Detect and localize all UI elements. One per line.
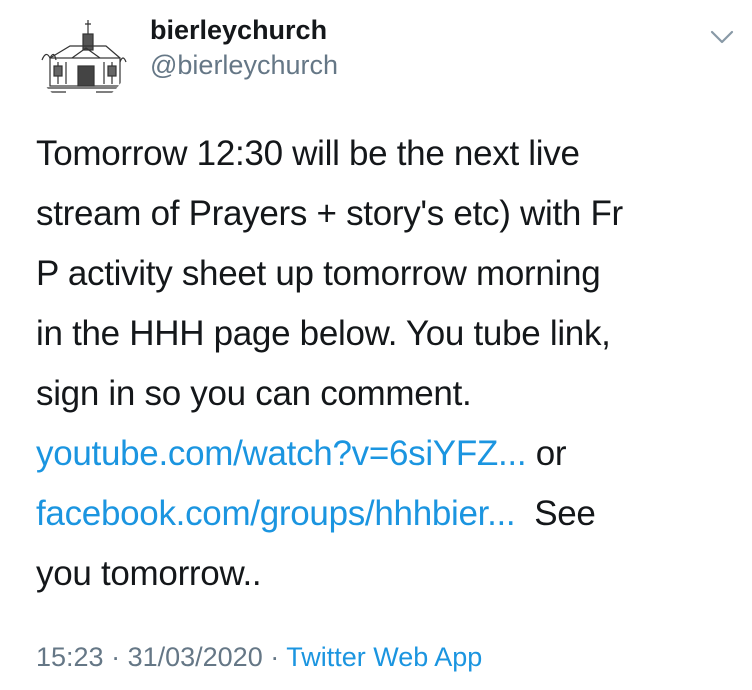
tweet-line: Tomorrow 12:30 will be the next live (36, 134, 580, 173)
handle[interactable]: @bierleychurch (150, 48, 338, 82)
tweet-meta: 15:23 · 31/03/2020 · Twitter Web App (36, 640, 482, 674)
tweet-text: Tomorrow 12:30 will be the next live str… (36, 124, 726, 604)
tweet-line: sign in so you can comment. (36, 374, 472, 413)
user-names: bierleychurch @bierleychurch (150, 12, 338, 82)
tweet-header: bierleychurch @bierleychurch (36, 12, 736, 104)
chevron-down-icon[interactable] (708, 26, 736, 48)
tweet-line-facebook: facebook.com/groups/hhhbier... See (36, 484, 726, 544)
tweet-time[interactable]: 15:23 (36, 642, 104, 672)
tweet-line: in the HHH page below. You tube link, (36, 314, 611, 353)
church-building-avatar-icon (41, 20, 127, 93)
tweet-line-youtube: youtube.com/watch?v=6siYFZ... or (36, 424, 726, 484)
display-name[interactable]: bierleychurch (150, 13, 338, 47)
avatar[interactable] (36, 12, 128, 104)
youtube-link[interactable]: youtube.com/watch?v=6siYFZ... (36, 434, 527, 473)
tweet-line: P activity sheet up tomorrow morning (36, 254, 601, 293)
meta-separator: · (103, 642, 128, 672)
connector-text: or (526, 434, 567, 473)
tweet-date[interactable]: 31/03/2020 (128, 642, 263, 672)
facebook-link[interactable]: facebook.com/groups/hhhbier... (36, 494, 516, 533)
source-link[interactable]: Twitter Web App (286, 642, 482, 672)
meta-separator: · (262, 642, 287, 672)
tweet-line: you tomorrow.. (36, 554, 262, 593)
after-link-text: See (515, 494, 596, 533)
tweet-line: stream of Prayers + story's etc) with Fr (36, 194, 623, 233)
